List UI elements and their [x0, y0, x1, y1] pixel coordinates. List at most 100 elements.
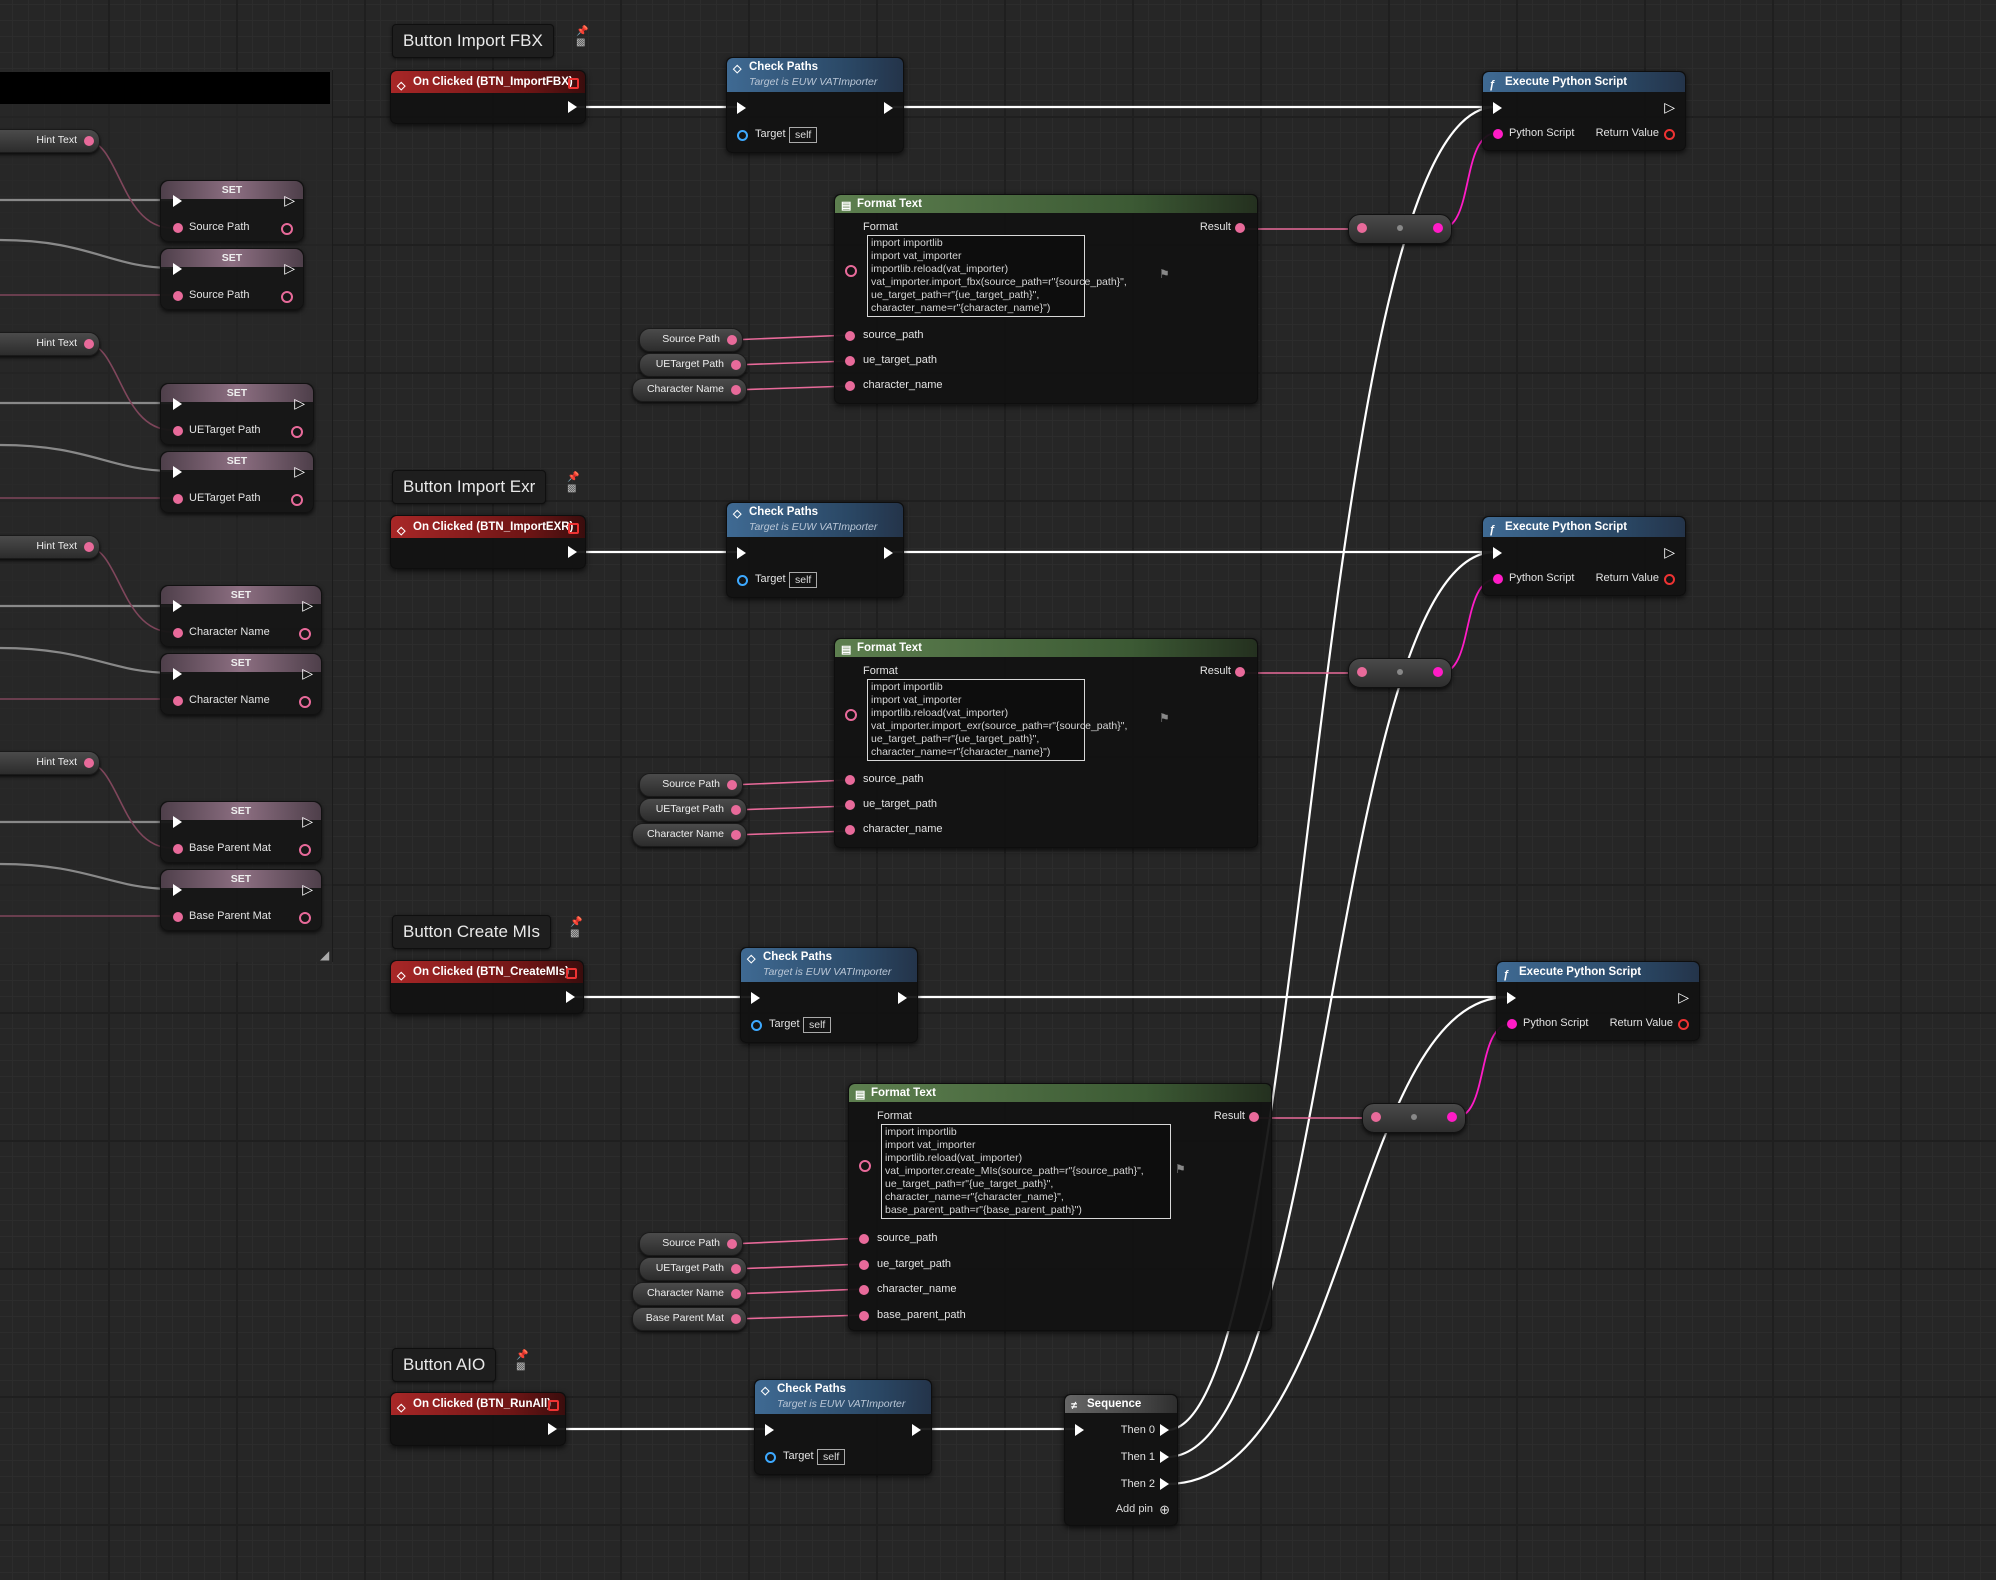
output-pin[interactable] [731, 1264, 741, 1274]
exec-out-pin[interactable]: ▷ [1664, 100, 1675, 114]
set-base-parent-mat-node[interactable]: SET ▷ Base Parent Mat [160, 801, 322, 863]
comment-pin-icon[interactable]: 📌 ▩ [570, 917, 582, 939]
set-base-parent-mat-node[interactable]: SET ▷ Base Parent Mat [160, 869, 322, 931]
set-ue-target-path-node[interactable]: SET ▷ UETarget Path [160, 383, 314, 445]
value-pin[interactable] [173, 844, 183, 854]
output-pin[interactable] [731, 360, 741, 370]
set-source-path-node[interactable]: SET ▷ Source Path [160, 180, 304, 242]
python-script-pin[interactable] [1507, 1019, 1517, 1029]
value-pin[interactable] [173, 912, 183, 922]
output-pin[interactable] [1433, 667, 1443, 677]
target-pin[interactable] [737, 130, 748, 141]
to-string-conversion-node[interactable] [1348, 214, 1452, 244]
python-script-pin[interactable] [1493, 129, 1503, 139]
exec-in-pin[interactable] [173, 668, 182, 680]
exec-in-pin[interactable] [173, 884, 182, 896]
arg-pin[interactable] [845, 825, 855, 835]
ue-target-path-getter[interactable]: UETarget Path [639, 1257, 747, 1281]
arg-pin[interactable] [859, 1311, 869, 1321]
then-1-pin[interactable] [1160, 1451, 1169, 1463]
python-script-pin[interactable] [1493, 574, 1503, 584]
exec-out-pin[interactable]: ▷ [284, 261, 295, 275]
arg-pin[interactable] [845, 356, 855, 366]
format-pin[interactable] [859, 1160, 871, 1172]
out-pin[interactable] [291, 494, 303, 506]
exec-in-pin[interactable] [765, 1424, 774, 1436]
exec-out-pin[interactable]: ▷ [302, 598, 313, 612]
result-pin[interactable] [1249, 1112, 1259, 1122]
format-pin[interactable] [845, 709, 857, 721]
delegate-pin[interactable] [568, 523, 579, 534]
output-pin[interactable] [1433, 223, 1443, 233]
value-pin[interactable] [173, 291, 183, 301]
exec-in-pin[interactable] [1075, 1424, 1084, 1436]
target-self-field[interactable]: self [789, 572, 818, 588]
event-node-import-fbx[interactable]: ◇ On Clicked (BTN_ImportFBX) [390, 70, 586, 124]
exec-out-pin[interactable] [566, 991, 575, 1003]
event-node-import-exr[interactable]: ◇ On Clicked (BTN_ImportEXR) [390, 515, 586, 569]
source-path-getter[interactable]: Source Path [639, 773, 743, 797]
out-pin[interactable] [299, 696, 311, 708]
exec-out-pin[interactable] [912, 1424, 921, 1436]
output-pin[interactable] [727, 780, 737, 790]
comment-title-bar[interactable] [0, 72, 330, 104]
arg-pin[interactable] [845, 775, 855, 785]
resize-handle-icon[interactable]: ◢ [320, 948, 329, 962]
exec-out-pin[interactable]: ▷ [1664, 545, 1675, 559]
flag-icon[interactable]: ⚑ [1159, 711, 1170, 725]
result-pin[interactable] [1235, 667, 1245, 677]
arg-pin[interactable] [859, 1260, 869, 1270]
hint-text-getter[interactable]: Hint Text [0, 751, 100, 775]
exec-in-pin[interactable] [1493, 547, 1502, 559]
output-pin[interactable] [84, 758, 94, 768]
output-pin[interactable] [731, 1289, 741, 1299]
exec-in-pin[interactable] [1493, 102, 1502, 114]
format-text-field[interactable]: import importlib import vat_importer imp… [867, 235, 1127, 317]
target-self-field[interactable]: self [789, 127, 818, 143]
character-name-getter[interactable]: Character Name [632, 378, 747, 402]
arg-pin[interactable] [845, 331, 855, 341]
target-pin[interactable] [751, 1020, 762, 1031]
exec-out-pin[interactable]: ▷ [294, 396, 305, 410]
comment-title-aio[interactable]: Button AIO [392, 1348, 497, 1382]
exec-in-pin[interactable] [737, 102, 746, 114]
event-node-run-all[interactable]: ◇ On Clicked (BTN_RunAll) [390, 1392, 566, 1446]
add-pin-button[interactable]: Add pin [1116, 1503, 1153, 1515]
to-string-conversion-node[interactable] [1348, 658, 1452, 688]
event-node-create-mis[interactable]: ◇ On Clicked (BTN_CreateMIs) [390, 960, 584, 1014]
source-path-getter[interactable]: Source Path [639, 1232, 743, 1256]
arg-pin[interactable] [845, 800, 855, 810]
exec-out-pin[interactable] [884, 547, 893, 559]
exec-out-pin[interactable]: ▷ [302, 666, 313, 680]
exec-out-pin[interactable] [568, 101, 577, 113]
output-pin[interactable] [731, 385, 741, 395]
output-pin[interactable] [84, 136, 94, 146]
exec-out-pin[interactable]: ▷ [1678, 990, 1689, 1004]
comment-pin-icon[interactable]: 📌 ▩ [576, 26, 588, 48]
flag-icon[interactable]: ⚑ [1175, 1162, 1186, 1176]
flag-icon[interactable]: ⚑ [1159, 267, 1170, 281]
then-0-pin[interactable] [1160, 1424, 1169, 1436]
exec-out-pin[interactable] [884, 102, 893, 114]
value-pin[interactable] [173, 628, 183, 638]
sequence-node[interactable]: ≠ Sequence Then 0 Then 1 Then 2 Add pin ⊕ [1064, 1394, 1178, 1526]
comment-title-import-exr[interactable]: Button Import Exr [392, 470, 547, 504]
out-pin[interactable] [291, 426, 303, 438]
arg-pin[interactable] [845, 381, 855, 391]
character-name-getter[interactable]: Character Name [632, 823, 747, 847]
exec-out-pin[interactable]: ▷ [302, 882, 313, 896]
check-paths-node[interactable]: ◇ Check Paths Target is EUW VATImporter Ta… [754, 1379, 932, 1475]
exec-in-pin[interactable] [1507, 992, 1516, 1004]
format-text-node[interactable]: ▤ Format Text Format Result import import… [834, 194, 1258, 404]
exec-in-pin[interactable] [173, 398, 182, 410]
check-paths-node[interactable]: ◇ Check Paths Target is EUW VATImporter Ta… [726, 57, 904, 153]
exec-in-pin[interactable] [173, 816, 182, 828]
exec-out-pin[interactable] [568, 546, 577, 558]
hint-text-getter[interactable]: Hint Text [0, 535, 100, 559]
comment-title-import-fbx[interactable]: Button Import FBX [392, 24, 554, 58]
out-pin[interactable] [281, 223, 293, 235]
source-path-getter[interactable]: Source Path [639, 328, 743, 352]
output-pin[interactable] [84, 339, 94, 349]
output-pin[interactable] [731, 1314, 741, 1324]
return-value-pin[interactable] [1678, 1019, 1689, 1030]
